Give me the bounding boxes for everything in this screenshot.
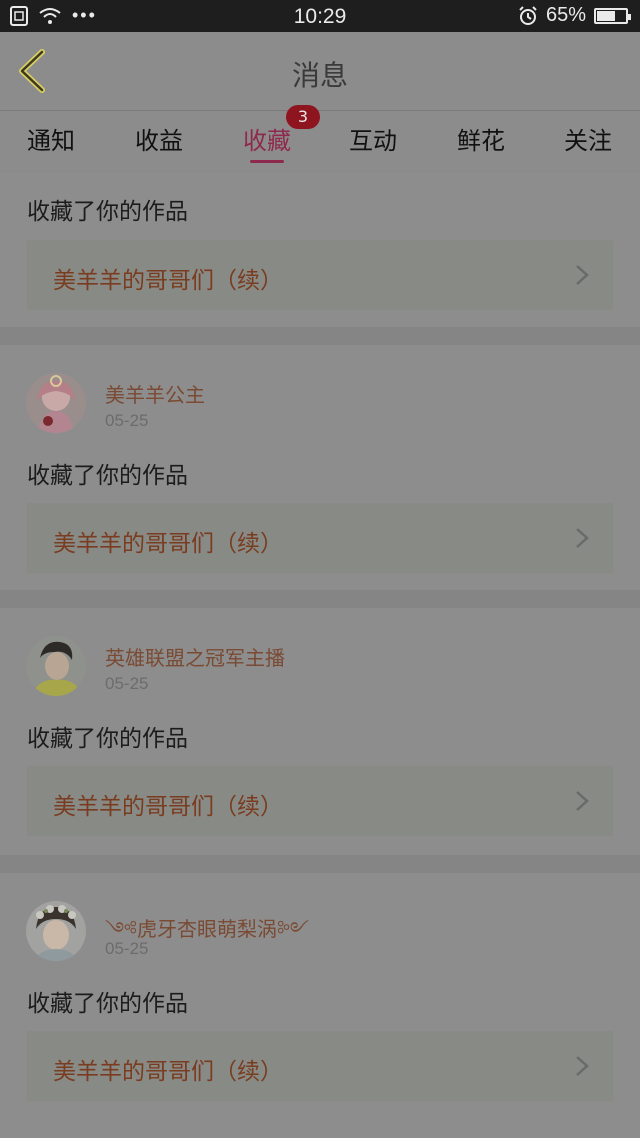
battery-icon: [594, 7, 631, 24]
timestamp: 05-25: [105, 411, 149, 430]
battery-level: [597, 10, 616, 21]
avatar[interactable]: [26, 636, 86, 696]
battery-percent: 65%: [545, 4, 586, 26]
page-title: 消息: [291, 59, 348, 92]
tab-notifications[interactable]: 通知: [6, 121, 96, 156]
tab-flowers[interactable]: 鲜花: [436, 121, 526, 156]
list-item: ༺虎牙杏眼萌梨涡༻ 05-25 收藏了你的作品 美羊羊的哥哥们（续）: [0, 873, 640, 1138]
status-icons-right: 65%: [518, 4, 631, 27]
work-link[interactable]: 美羊羊的哥哥们（续）: [27, 503, 613, 573]
status-bar: ••• 10:29 65%: [0, 0, 640, 32]
tab-earnings[interactable]: 收益: [114, 121, 204, 156]
divider: [0, 855, 640, 873]
work-title: 美羊羊的哥哥们（续）: [53, 531, 283, 557]
work-title: 美羊羊的哥哥们（续）: [53, 1059, 283, 1085]
header: 消息: [0, 32, 640, 111]
alarm-icon: [519, 5, 537, 25]
tab-bar: 通知 收益 收藏 3 互动 鲜花 关注: [0, 105, 640, 171]
work-link[interactable]: 美羊羊的哥哥们（续）: [27, 1031, 613, 1101]
work-title: 美羊羊的哥哥们（续）: [53, 794, 283, 820]
tab-following[interactable]: 关注: [543, 121, 633, 156]
active-tab-indicator: [250, 160, 284, 163]
list-item: 美羊羊公主 05-25 收藏了你的作品 美羊羊的哥哥们（续）: [0, 345, 640, 590]
chevron-right-icon: [576, 265, 589, 285]
avatar-image-icon: [26, 901, 86, 961]
avatar-image-icon: [26, 636, 86, 696]
username-link[interactable]: 英雄联盟之冠军主播: [105, 642, 285, 671]
tab-favorites-label: 收藏: [243, 127, 291, 155]
avatar-image-icon: [26, 373, 86, 433]
divider: [0, 327, 640, 345]
avatar[interactable]: [26, 373, 86, 433]
chevron-right-icon: [576, 528, 589, 548]
divider: [0, 590, 640, 608]
avatar[interactable]: [26, 901, 86, 961]
timestamp: 05-25: [105, 939, 149, 958]
list-item: 英雄联盟之冠军主播 05-25 收藏了你的作品 美羊羊的哥哥们（续）: [0, 608, 640, 855]
tab-interactions[interactable]: 互动: [328, 121, 418, 156]
work-link[interactable]: 美羊羊的哥哥们（续）: [27, 766, 613, 836]
action-text: 收藏了你的作品: [27, 726, 188, 752]
action-text: 收藏了你的作品: [27, 199, 188, 225]
chevron-right-icon: [576, 1056, 589, 1076]
unread-badge: 3: [286, 105, 320, 129]
work-link[interactable]: 美羊羊的哥哥们（续）: [27, 240, 613, 310]
action-text: 收藏了你的作品: [27, 991, 188, 1017]
chevron-right-icon: [576, 791, 589, 811]
timestamp: 05-25: [105, 674, 149, 693]
list-item: 收藏了你的作品 美羊羊的哥哥们（续）: [0, 172, 640, 327]
action-text: 收藏了你的作品: [27, 463, 188, 489]
username-link[interactable]: 美羊羊公主: [105, 379, 205, 408]
work-title: 美羊羊的哥哥们（续）: [53, 268, 283, 294]
